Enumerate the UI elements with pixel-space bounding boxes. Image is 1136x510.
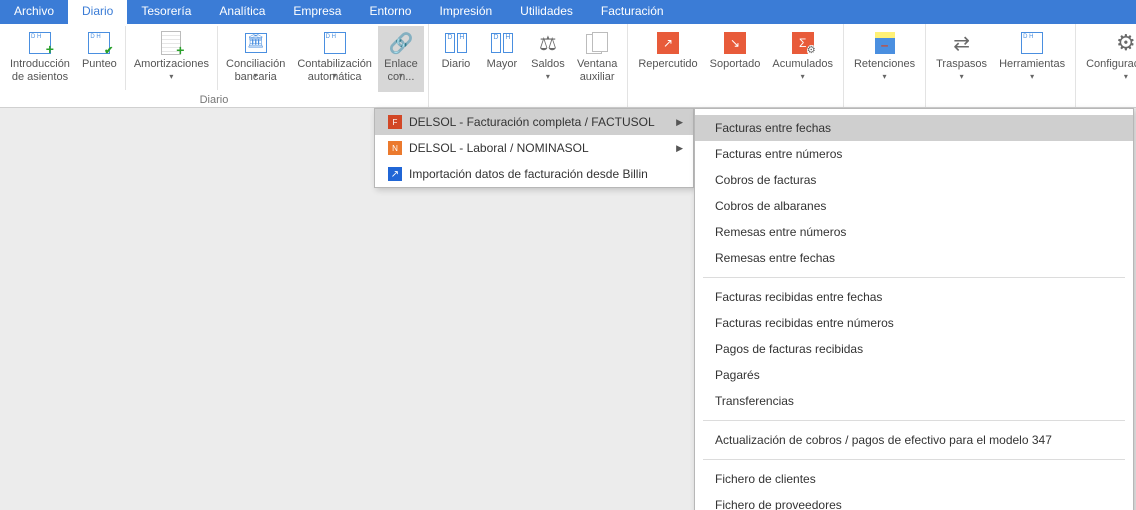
enlace-con-menu: F DELSOL - Facturación completa / FACTUS… [374,108,694,188]
acumulados-button[interactable]: Σ Acumulados ▾ [766,26,839,92]
retenciones-button[interactable]: Retenciones ▾ [848,26,921,92]
submenu-facturas-entre-fechas[interactable]: Facturas entre fechas [695,115,1133,141]
menu-item-factusol[interactable]: F DELSOL - Facturación completa / FACTUS… [375,109,693,135]
scale-icon [539,31,557,56]
submenu-pagos-fact-recibidas[interactable]: Pagos de facturas recibidas [695,336,1133,362]
calc-icon [875,32,895,54]
dropdown-caret-icon: ▾ [883,72,887,81]
ribbon-toolbar: Introducción de asientos Punteo Amortiza… [0,24,1136,108]
introduccion-asientos-button[interactable]: Introducción de asientos [4,26,76,92]
submenu-arrow-icon: ▶ [676,117,683,128]
document-icon [1021,32,1043,54]
tab-impresion[interactable]: Impresión [425,0,506,24]
gear-icon [1116,30,1136,56]
tax-gear-icon: Σ [792,32,814,54]
submenu-cobros-albaranes[interactable]: Cobros de albaranes [695,193,1133,219]
contabilizacion-automatica-button[interactable]: Contabilización automática ▾ [291,26,378,92]
submenu-transferencias[interactable]: Transferencias [695,388,1133,414]
herramientas-button[interactable]: Herramientas ▾ [993,26,1071,92]
submenu-remesas-fechas[interactable]: Remesas entre fechas [695,245,1133,271]
dropdown-caret-icon: ▾ [546,72,550,81]
tab-analitica[interactable]: Analítica [205,0,279,24]
enlace-con-button[interactable]: Enlace con... ▾ [378,26,424,92]
menu-item-billin[interactable]: ↗ Importación datos de facturación desde… [375,161,693,187]
submenu-pagares[interactable]: Pagarés [695,362,1133,388]
factusol-icon: F [388,115,402,129]
tax-in-icon: ↘ [724,32,746,54]
submenu-fichero-clientes[interactable]: Fichero de clientes [695,466,1133,492]
submenu-fact-recibidas-numeros[interactable]: Facturas recibidas entre números [695,310,1133,336]
tab-archivo[interactable]: Archivo [0,0,68,24]
tab-utilidades[interactable]: Utilidades [506,0,587,24]
dropdown-caret-icon: ▾ [960,72,964,81]
submenu-actualizacion-347[interactable]: Actualización de cobros / pagos de efect… [695,427,1133,453]
diario-button[interactable]: Diario [433,26,479,92]
ventana-auxiliar-button[interactable]: Ventana auxiliar [571,26,623,92]
submenu-cobros-facturas[interactable]: Cobros de facturas [695,167,1133,193]
punteo-button[interactable]: Punteo [76,26,123,92]
link-icon [388,31,413,56]
soportado-button[interactable]: ↘ Soportado [704,26,767,92]
sheet-plus-icon [161,31,181,55]
configuraciones-button[interactable]: Configuraciones ▾ [1080,26,1136,92]
ribbon-group-label-diario: Diario [200,92,229,106]
document-gear-icon [324,32,346,54]
traspasos-button[interactable]: Traspasos ▾ [930,26,993,92]
billin-icon: ↗ [388,167,402,181]
main-menu-bar: Archivo Diario Tesorería Analítica Empre… [0,0,1136,24]
factusol-submenu: Facturas entre fechas Facturas entre núm… [694,108,1134,510]
workspace-area: F DELSOL - Facturación completa / FACTUS… [0,108,1136,510]
two-sheets-icon [586,32,608,54]
submenu-arrow-icon: ▶ [676,143,683,154]
dropdown-caret-icon: ▾ [254,71,258,80]
two-book-icon [490,33,514,53]
tab-diario[interactable]: Diario [68,0,127,24]
tab-empresa[interactable]: Empresa [279,0,355,24]
dropdown-caret-icon: ▾ [801,72,805,81]
tab-facturacion[interactable]: Facturación [587,0,678,24]
swap-icon [953,31,970,56]
nominasol-icon: N [388,141,402,155]
submenu-fichero-proveedores[interactable]: Fichero de proveedores [695,492,1133,510]
menu-item-nominasol[interactable]: N DELSOL - Laboral / NOMINASOL ▶ [375,135,693,161]
two-book-icon [444,33,468,53]
tab-entorno[interactable]: Entorno [355,0,425,24]
bank-icon [245,33,267,53]
amortizaciones-button[interactable]: Amortizaciones ▾ [128,26,215,92]
document-check-icon [88,32,110,54]
document-plus-icon [29,32,51,54]
tab-tesoreria[interactable]: Tesorería [127,0,205,24]
mayor-button[interactable]: Mayor [479,26,525,92]
tax-out-icon: ↗ [657,32,679,54]
dropdown-caret-icon: ▾ [169,72,173,81]
saldos-button[interactable]: Saldos ▾ [525,26,571,92]
repercutido-button[interactable]: ↗ Repercutido [632,26,703,92]
dropdown-caret-icon: ▾ [1124,72,1128,81]
dropdown-caret-icon: ▾ [333,71,337,80]
dropdown-caret-icon: ▾ [1030,72,1034,81]
dropdown-caret-icon: ▾ [399,71,403,80]
submenu-facturas-entre-numeros[interactable]: Facturas entre números [695,141,1133,167]
submenu-fact-recibidas-fechas[interactable]: Facturas recibidas entre fechas [695,284,1133,310]
submenu-remesas-numeros[interactable]: Remesas entre números [695,219,1133,245]
conciliacion-bancaria-button[interactable]: Conciliación bancaria ▾ [220,26,291,92]
